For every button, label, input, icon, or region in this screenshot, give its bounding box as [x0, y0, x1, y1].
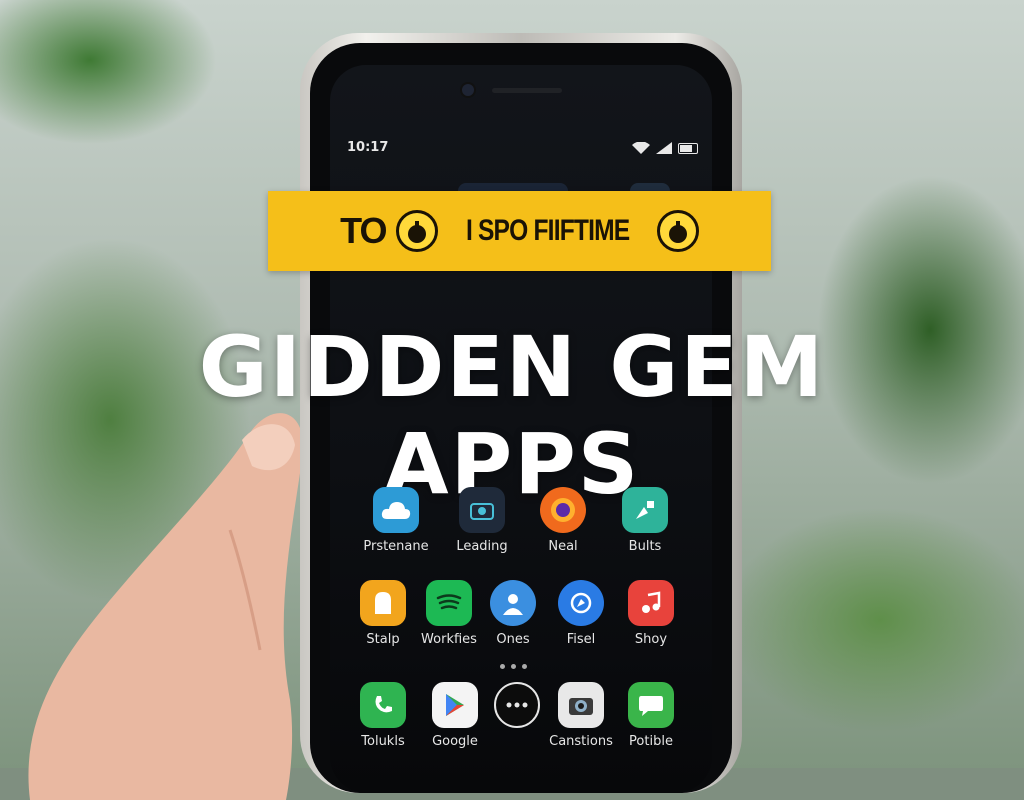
app-bults[interactable]: Bults: [600, 487, 690, 554]
more-apps-icon: [494, 682, 540, 728]
chat-icon: [628, 682, 674, 728]
music-icon: [628, 580, 674, 626]
app-label: Shoy: [634, 632, 668, 647]
app-label: Prstenane: [363, 539, 429, 554]
ghost-icon: [360, 580, 406, 626]
banner-text: I SPO FIIFTIME: [465, 214, 629, 247]
earpiece-speaker: [492, 88, 562, 93]
app-prstenane[interactable]: Prstenane: [351, 487, 441, 554]
banner-left-word: TO: [340, 210, 387, 251]
signal-icon: [656, 142, 672, 154]
app-shoy[interactable]: Shoy: [606, 580, 696, 647]
app-neal[interactable]: Neal: [518, 487, 608, 554]
wifi-icon: [632, 142, 650, 154]
app-leading[interactable]: Leading: [437, 487, 527, 554]
phone-icon: [360, 682, 406, 728]
headline-line-1: GIDDEN GEM: [198, 318, 826, 416]
page-indicator: [500, 664, 527, 669]
app-label: Bults: [628, 539, 662, 554]
compass-icon: [558, 580, 604, 626]
bomb-icon: [656, 210, 699, 252]
spotify-icon: [426, 580, 472, 626]
app-potible[interactable]: Potible: [606, 682, 696, 749]
app-label: Google: [432, 734, 478, 749]
title-banner: TO I SPO FIIFTIME: [268, 191, 771, 271]
camera-icon: [459, 487, 505, 533]
camera-icon: [558, 682, 604, 728]
cloud-icon: [373, 487, 419, 533]
shapes-icon: [622, 487, 668, 533]
app-label: Neal: [548, 539, 578, 554]
battery-icon: [678, 142, 698, 154]
status-time: 10:17: [347, 140, 389, 155]
bomb-icon: [395, 210, 438, 252]
person-icon: [490, 580, 536, 626]
app-label: Potible: [629, 734, 673, 749]
front-camera: [462, 84, 474, 96]
firefox-icon: [540, 487, 586, 533]
app-label: Leading: [456, 539, 508, 554]
status-icons: [632, 142, 988, 154]
